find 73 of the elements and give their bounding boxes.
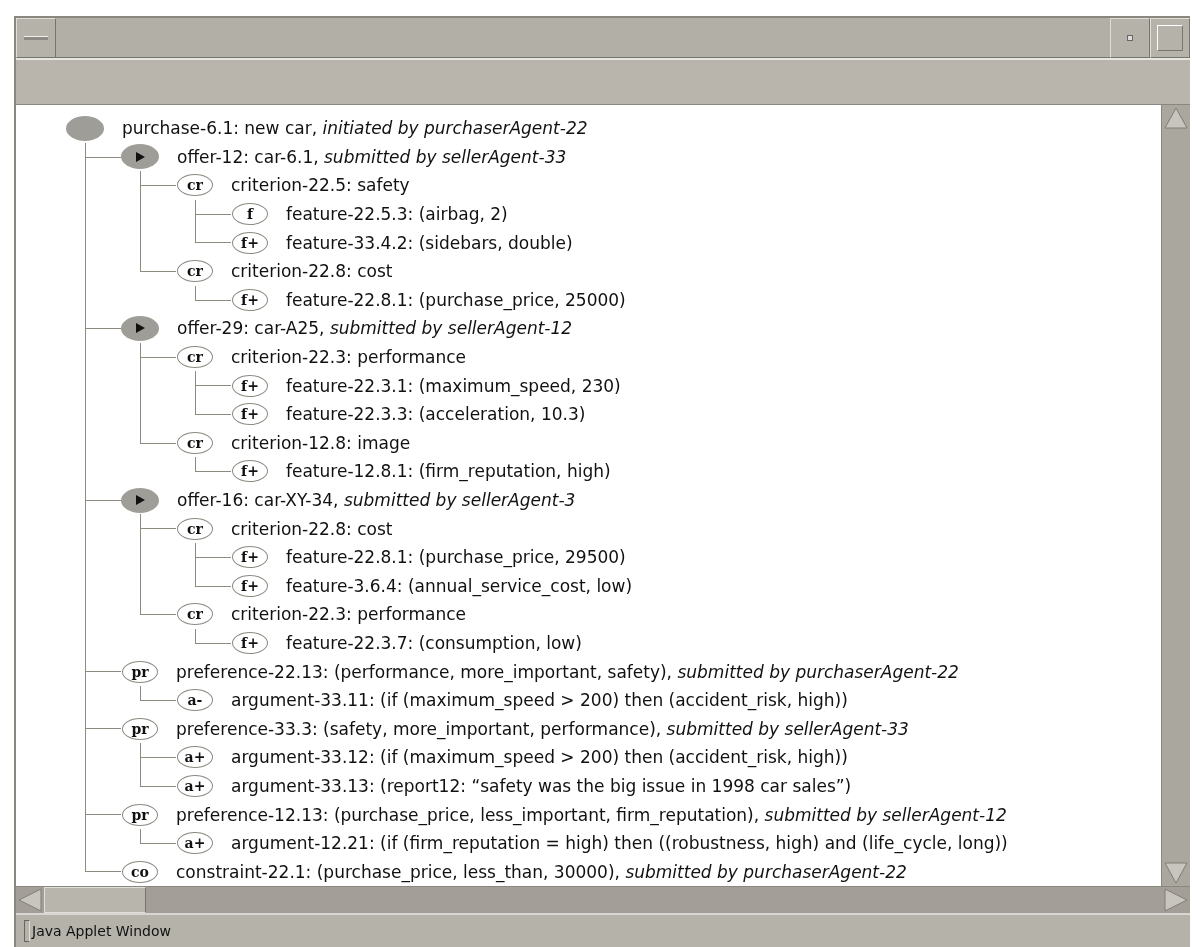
notch-icon <box>24 920 30 942</box>
type-tag: f+ <box>232 231 268 254</box>
node-label[interactable]: offer-16: car-XY-34, submitted by sellerAgent-3 <box>177 490 576 510</box>
maximize-button[interactable] <box>1150 18 1190 58</box>
down-arrow-icon[interactable] <box>1162 860 1190 886</box>
node-label[interactable]: feature-22.3.1: (maximum_speed, 230) <box>286 375 621 396</box>
connector-line <box>140 685 176 701</box>
node-label[interactable]: constraint-22.1: (purchase_price, less_than, 30000), submitted by purchaserAgent-22 <box>176 861 907 882</box>
node-label[interactable]: feature-22.5.3: (airbag, 2) <box>286 204 508 225</box>
connector-line <box>195 457 231 473</box>
node-label[interactable]: feature-22.8.1: (purchase_price, 29500) <box>286 547 626 568</box>
connector-line <box>140 828 176 844</box>
node-label[interactable]: offer-29: car-A25, submitted by sellerAgent-12 <box>177 318 573 339</box>
node-label[interactable]: argument-33.11: (if (maximum_speed > 200) then (accident_risk, high)) <box>231 690 848 711</box>
play-icon <box>135 151 145 162</box>
type-tag: f+ <box>232 546 268 569</box>
node-label[interactable]: feature-22.3.3: (acceleration, 10.3) <box>286 404 586 425</box>
type-tag: cr <box>177 260 213 283</box>
type-tag: cr <box>177 603 213 626</box>
type-tag: cr <box>177 174 213 197</box>
type-tag: pr <box>122 717 158 740</box>
type-tag: f+ <box>232 574 268 597</box>
node-label[interactable]: criterion-22.8: cost <box>231 261 393 282</box>
type-tag: a- <box>177 689 213 712</box>
dash-icon <box>24 36 48 40</box>
up-arrow-icon[interactable] <box>1162 105 1190 131</box>
status-text: Java Applet Window <box>32 923 171 939</box>
node-label[interactable]: feature-22.3.7: (consumption, low) <box>286 633 582 653</box>
node-label[interactable]: preference-22.13: (performance, more_important, safety), submitted by purchaserAgent-22 <box>176 661 959 682</box>
node-label[interactable]: feature-33.4.2: (sidebars, double) <box>286 232 573 253</box>
type-tag: co <box>122 860 158 883</box>
node-label[interactable]: feature-12.8.1: (firm_reputation, high) <box>286 461 611 482</box>
connector-line <box>195 285 231 301</box>
type-tag: cr <box>177 346 213 369</box>
type-tag: f+ <box>232 403 268 426</box>
window-button[interactable] <box>1110 18 1150 58</box>
connector-line <box>195 628 231 644</box>
node-label[interactable]: offer-12: car-6.1, submitted by sellerAgent-33 <box>177 146 567 167</box>
minimize-button[interactable] <box>16 18 56 58</box>
type-tag: a+ <box>177 832 213 855</box>
type-tag: f+ <box>232 460 268 483</box>
type-tag: pr <box>122 660 158 683</box>
node-ellipse <box>66 115 104 141</box>
left-arrow-icon[interactable] <box>16 887 44 913</box>
type-tag: a+ <box>177 746 213 769</box>
node-label[interactable]: argument-33.13: (report12: “safety was the big issue in 1998 car sales”) <box>231 775 852 796</box>
type-tag: f+ <box>232 632 268 654</box>
play-icon <box>135 323 145 334</box>
type-tag: f <box>232 203 268 226</box>
node-label[interactable]: argument-33.12: (if (maximum_speed > 200) then (accident_risk, high)) <box>231 747 848 768</box>
horizontal-scrollbar[interactable] <box>16 886 1190 913</box>
square-icon <box>1157 25 1183 51</box>
node-label[interactable]: criterion-22.8: cost <box>231 518 393 539</box>
type-tag: a+ <box>177 774 213 797</box>
node-label[interactable]: argument-12.21: (if (firm_reputation = high) then ((robustness, high) and (life_cycle, long)) <box>231 833 1008 854</box>
type-tag: cr <box>177 517 213 540</box>
node-label[interactable]: criterion-22.5: safety <box>231 175 410 196</box>
node-label[interactable]: feature-3.6.4: (annual_service_cost, low) <box>286 575 633 596</box>
node-label[interactable]: criterion-22.3: performance <box>231 347 467 368</box>
scroll-thumb[interactable] <box>44 887 146 913</box>
node-label[interactable]: preference-33.3: (safety, more_important, performance), submitted by sellerAgent-33 <box>176 718 909 739</box>
node-label[interactable]: purchase-6.1: new car, initiated by purchaserAgent-22 <box>122 118 588 139</box>
type-tag: pr <box>122 803 158 826</box>
play-icon <box>135 495 145 505</box>
type-tag: f+ <box>232 288 268 311</box>
node-label[interactable]: criterion-22.3: performance <box>231 604 467 625</box>
right-arrow-icon[interactable] <box>1162 887 1190 913</box>
node-label[interactable]: preference-12.13: (purchase_price, less_important, firm_reputation), submitted by sellerAgent-12 <box>176 804 1007 825</box>
vertical-scrollbar[interactable] <box>1161 105 1190 886</box>
type-tag: cr <box>177 431 213 454</box>
node-label[interactable]: feature-22.8.1: (purchase_price, 25000) <box>286 289 626 310</box>
type-tag: f+ <box>232 374 268 397</box>
node-label[interactable]: criterion-12.8: image <box>231 432 411 453</box>
